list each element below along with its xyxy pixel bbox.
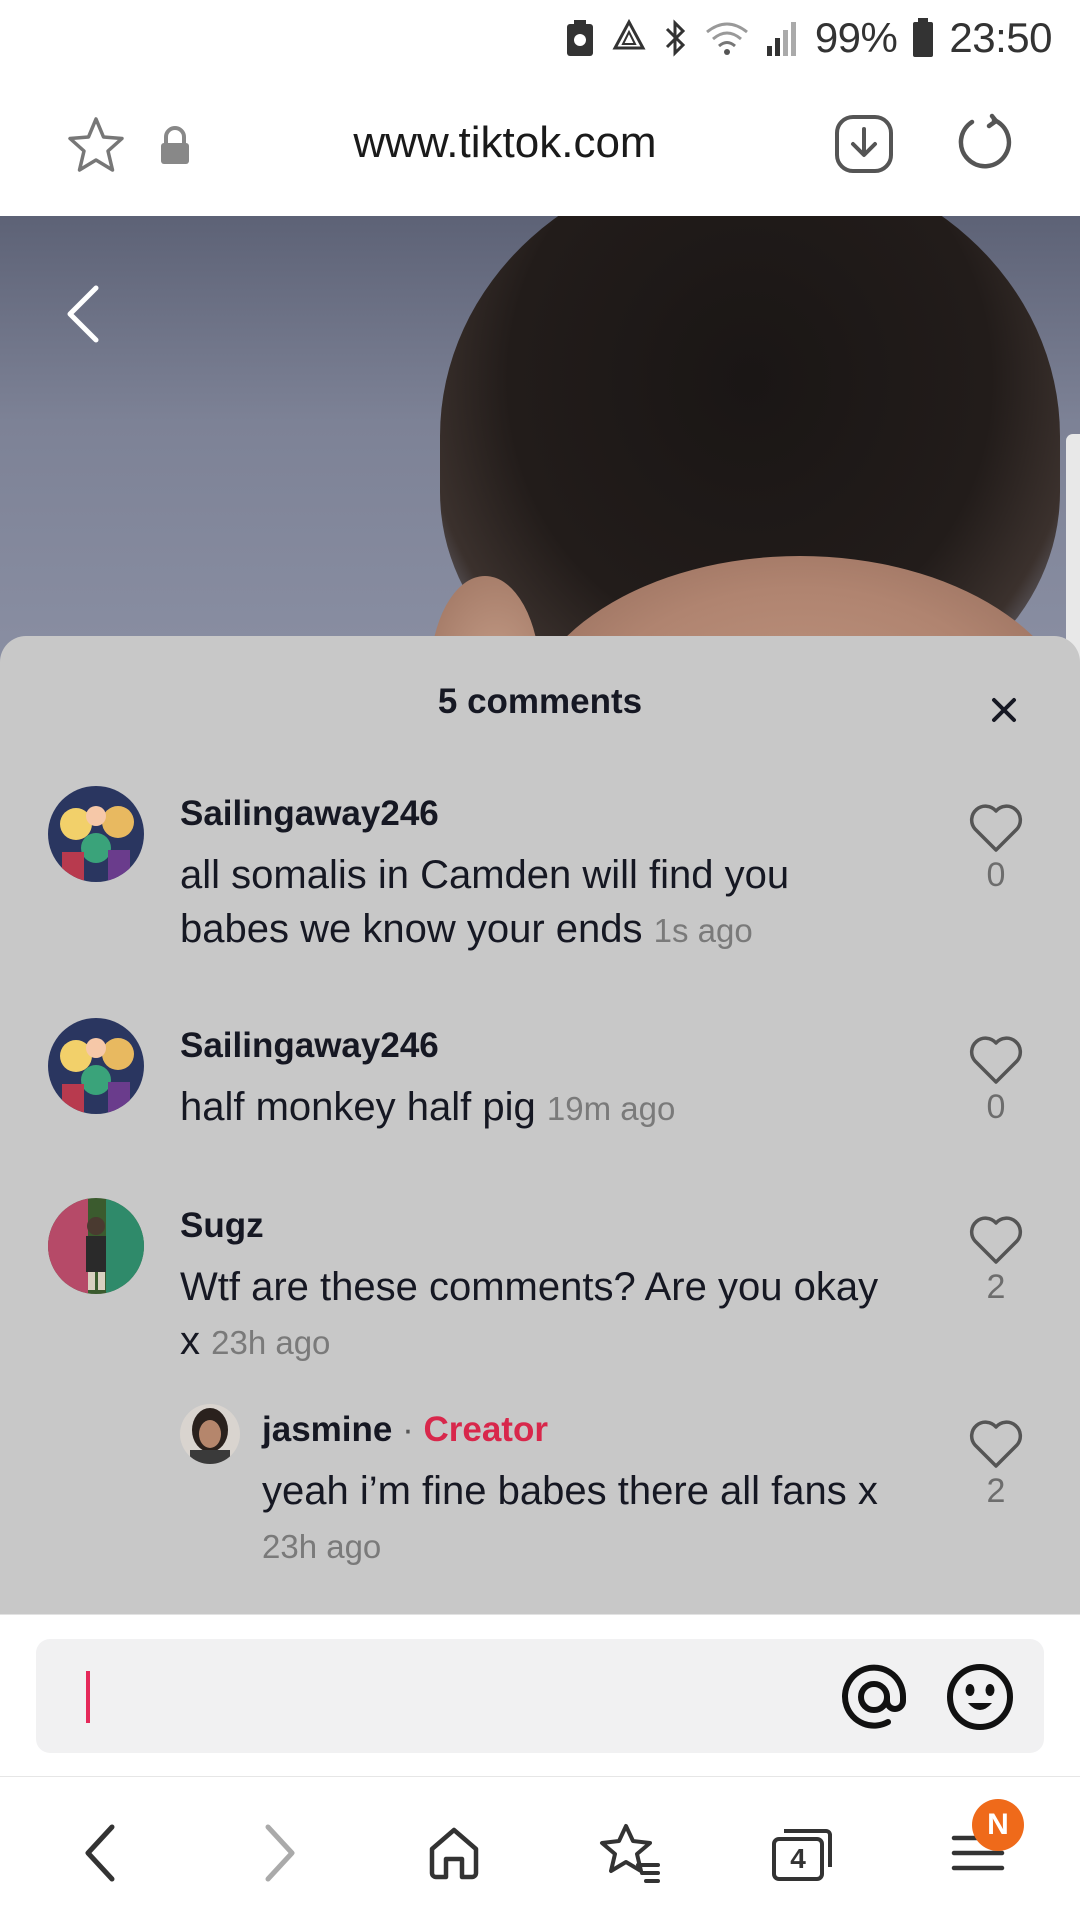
reply-body: yeah i’m fine babes there all fans x 23h… [262,1464,922,1574]
emoji-icon[interactable] [946,1663,1014,1731]
heart-icon [969,1216,1023,1264]
download-icon[interactable] [834,114,894,174]
like-count: 0 [986,856,1006,894]
comment-username[interactable]: Sugz [180,1206,264,1246]
like-button[interactable]: 2 [966,1418,1026,1511]
separator-dot: · [402,1410,414,1449]
browser-bottom-nav: 4 N [0,1776,1080,1920]
bookmark-star-icon[interactable] [64,114,128,178]
url-field[interactable]: www.tiktok.com [250,118,760,168]
back-arrow-icon[interactable] [60,282,108,346]
save-icon [565,18,595,58]
avatar[interactable] [180,1404,240,1464]
heart-icon [969,804,1023,852]
status-bar: 99% 23:50 [0,0,1080,76]
browser-address-bar: www.tiktok.com [0,76,1080,216]
comments-panel: 5 comments Sailingaway246 all somalis in… [0,636,1080,1614]
back-icon[interactable] [64,1817,136,1889]
text-caret [86,1671,90,1723]
wifi-icon [703,18,751,58]
comment-input-bar [0,1614,1080,1776]
avatar[interactable] [48,1018,144,1114]
comment-time: 23h ago [211,1324,331,1361]
battery-icon [911,17,935,59]
video-player[interactable] [0,216,1080,676]
like-button[interactable]: 2 [966,1214,1026,1307]
reload-icon[interactable] [954,112,1016,174]
reply-header: jasmine · Creator [262,1410,548,1450]
battery-percent: 99% [814,14,898,61]
comment-body: all somalis in Camden will find you babe… [180,848,900,958]
forward-icon[interactable] [244,1817,316,1889]
avatar[interactable] [48,1198,144,1294]
signal-icon [765,18,801,58]
bookmarks-icon[interactable] [594,1817,666,1889]
comment-username[interactable]: Sailingaway246 [180,794,439,834]
comment-input[interactable] [36,1639,1044,1753]
avatar[interactable] [48,786,144,882]
comment-item: Sailingaway246 half monkey half pig 19m … [0,1018,1080,1158]
comment-body: Wtf are these comments? Are you okay x 2… [180,1260,900,1370]
notification-badge: N [972,1799,1024,1851]
close-icon[interactable] [986,692,1022,728]
comment-time: 1s ago [653,912,753,949]
comment-username[interactable]: Sailingaway246 [180,1026,439,1066]
reply-item: jasmine · Creator yeah i’m fine babes th… [0,1404,1080,1584]
tabs-icon[interactable]: 4 [766,1817,838,1889]
like-count: 0 [986,1088,1006,1126]
comment-item: Sugz Wtf are these comments? Are you oka… [0,1198,1080,1378]
heart-icon [969,1036,1023,1084]
mention-icon[interactable] [840,1663,908,1731]
recycle-icon [609,18,649,58]
comment-text: half monkey half pig [180,1085,536,1129]
comment-time: 19m ago [546,1090,676,1127]
comment-item: Sailingaway246 all somalis in Camden wil… [0,786,1080,966]
like-button[interactable]: 0 [966,802,1026,895]
like-count: 2 [986,1268,1006,1306]
bluetooth-icon [663,17,689,59]
reply-time: 23h ago [262,1528,382,1565]
heart-icon [969,1420,1023,1468]
tabs-count: 4 [790,1843,806,1874]
like-count: 2 [986,1472,1006,1510]
like-button[interactable]: 0 [966,1034,1026,1127]
creator-badge: Creator [423,1410,548,1449]
clock: 23:50 [949,14,1052,61]
lock-icon [158,126,192,166]
comments-count-title: 5 comments [437,682,643,721]
reply-username[interactable]: jasmine [262,1410,392,1449]
home-icon[interactable] [418,1817,490,1889]
comment-body: half monkey half pig 19m ago [180,1080,900,1136]
reply-text: yeah i’m fine babes there all fans x [262,1469,878,1513]
